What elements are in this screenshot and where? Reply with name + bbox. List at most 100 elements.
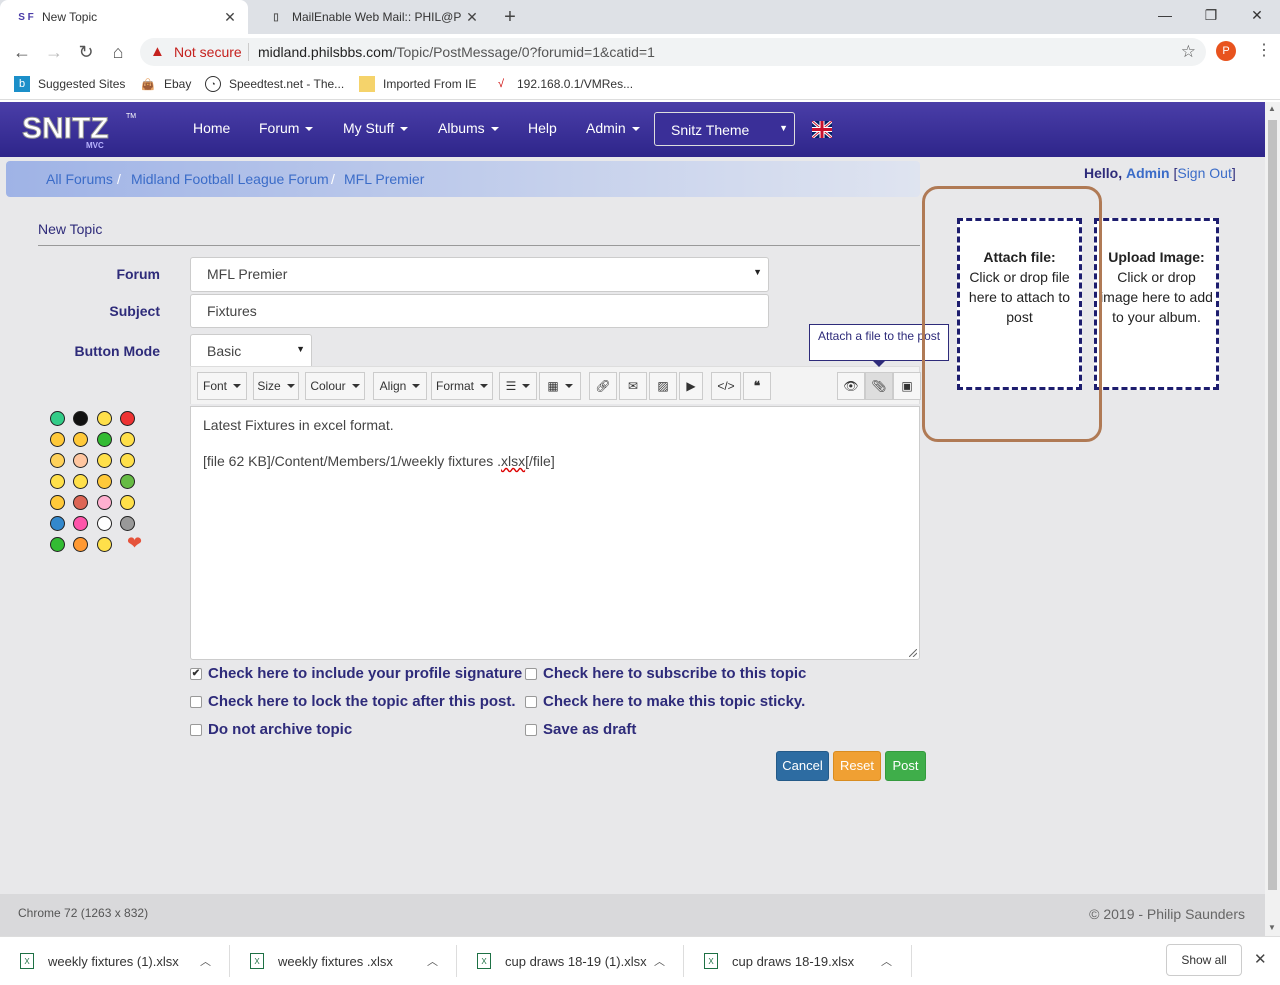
smiley-8ball-icon[interactable] (73, 411, 88, 426)
forward-button[interactable]: → (42, 40, 66, 64)
smiley-cold-icon[interactable] (50, 516, 65, 531)
theme-select[interactable]: Snitz Theme ▼ (654, 112, 795, 146)
breadcrumb-forum[interactable]: Midland Football League Forum (131, 171, 329, 187)
breadcrumb-all-forums[interactable]: All Forums (46, 171, 113, 187)
quote-button[interactable]: ❝ (743, 372, 771, 400)
chevron-up-icon[interactable]: ︿ (881, 953, 892, 969)
preview-button[interactable]: 👁︎ (837, 372, 865, 400)
email-button[interactable]: ✉ (619, 372, 647, 400)
menu-icon[interactable]: ⋮ (1254, 40, 1274, 60)
smiley-surprise-icon[interactable] (97, 474, 112, 489)
download-item[interactable]: Xcup draws 18-19 (1).xlsx ︿ (457, 937, 683, 985)
smiley-blush-icon[interactable] (50, 432, 65, 447)
home-button[interactable]: ⌂ (106, 40, 130, 64)
upload-image-button[interactable]: ▣ (893, 372, 921, 400)
nav-admin[interactable]: Admin (586, 120, 640, 136)
smiley-tongue-icon[interactable] (73, 537, 88, 552)
table-button[interactable]: ▦ (539, 372, 581, 400)
minimize-button[interactable]: — (1150, 4, 1180, 26)
sticky-checkbox[interactable]: Check here to make this topic sticky. (525, 693, 805, 710)
uk-flag-icon[interactable] (812, 121, 832, 138)
tab-new-topic[interactable]: S F New Topic ✕ (0, 0, 248, 34)
button-mode-select[interactable]: Basic ▼ (190, 334, 312, 369)
smiley-grin-icon[interactable] (120, 432, 135, 447)
close-icon[interactable]: ✕ (462, 9, 482, 26)
subject-input[interactable]: Fixtures (190, 294, 769, 328)
image-button[interactable]: ▨ (649, 372, 677, 400)
checkbox[interactable] (190, 723, 202, 736)
bookmark-star-icon[interactable]: ☆ (1181, 42, 1196, 62)
chevron-up-icon[interactable]: ︿ (200, 953, 211, 969)
code-button[interactable]: </> (711, 372, 741, 400)
smiley-cool-icon[interactable] (73, 474, 88, 489)
signature-checkbox[interactable]: ✔ Check here to include your profile sign… (190, 665, 522, 682)
lock-checkbox[interactable]: Check here to lock the topic after this … (190, 693, 516, 710)
post-button[interactable]: Post (885, 751, 926, 781)
smiley-shock-icon[interactable] (50, 453, 65, 468)
bookmark-imported-ie[interactable]: Imported From IE (359, 76, 476, 92)
align-button[interactable]: Align (373, 372, 427, 400)
smiley-kiss-icon[interactable] (73, 453, 88, 468)
upload-image-dropzone[interactable]: Upload Image: Click or drop image here to… (1094, 218, 1219, 390)
bookmark-ebay[interactable]: 👜 Ebay (140, 76, 191, 92)
chevron-up-icon[interactable]: ︿ (654, 953, 665, 969)
smiley-love-icon[interactable] (73, 516, 88, 531)
smiley-dead-icon[interactable] (97, 516, 112, 531)
nav-home[interactable]: Home (193, 120, 230, 136)
draft-checkbox[interactable]: Save as draft (525, 721, 636, 738)
breadcrumb-subforum[interactable]: MFL Premier (344, 171, 424, 187)
smiley-neutral-icon[interactable] (120, 516, 135, 531)
chevron-up-icon[interactable]: ︿ (427, 953, 438, 969)
address-bar[interactable]: ▲ Not secure midland.philsbbs.com/Topic/… (140, 38, 1206, 66)
format-button[interactable]: Format (431, 372, 493, 400)
nav-albums[interactable]: Albums (438, 120, 499, 136)
smiley-evil-icon[interactable] (73, 495, 88, 510)
scroll-up-icon[interactable]: ▲ (1268, 104, 1276, 113)
url-text[interactable]: midland.philsbbs.com/Topic/PostMessage/0… (258, 44, 655, 60)
heart-icon[interactable]: ❤ (127, 533, 142, 554)
profile-avatar[interactable]: P (1216, 41, 1236, 61)
message-editor[interactable]: Latest Fixtures in excel format. [file 6… (190, 406, 920, 660)
scroll-down-icon[interactable]: ▼ (1268, 923, 1276, 932)
smiley-clown-icon[interactable] (50, 474, 65, 489)
checkbox-checked[interactable]: ✔ (190, 667, 202, 680)
smiley-approve-icon[interactable] (50, 537, 65, 552)
archive-checkbox[interactable]: Do not archive topic (190, 721, 352, 738)
checkbox[interactable] (525, 723, 537, 736)
youtube-button[interactable]: ▶ (679, 372, 703, 400)
smiley-sleepy-icon[interactable] (73, 432, 88, 447)
nav-my-stuff[interactable]: My Stuff (343, 120, 409, 136)
tab-mailenable[interactable]: ▯ MailEnable Web Mail:: PHIL@PHI ✕ (250, 0, 490, 34)
cancel-button[interactable]: Cancel (776, 751, 829, 781)
new-tab-button[interactable]: + (498, 4, 522, 30)
smiley-sick-icon[interactable] (97, 432, 112, 447)
username-link[interactable]: Admin (1126, 165, 1170, 181)
smiley-thumbsup-icon[interactable] (97, 537, 112, 552)
checkbox[interactable] (525, 667, 537, 680)
smiley-shy-icon[interactable] (97, 495, 112, 510)
reset-button[interactable]: Reset (833, 751, 881, 781)
attach-file-button[interactable]: 📎︎ (865, 372, 893, 400)
subscribe-checkbox[interactable]: Check here to subscribe to this topic (525, 665, 806, 682)
list-button[interactable]: ☰ (499, 372, 537, 400)
download-item[interactable]: Xcup draws 18-19.xlsx ︿ (684, 937, 910, 985)
smiley-big-smile-icon[interactable] (120, 453, 135, 468)
sign-out-link[interactable]: Sign Out (1177, 165, 1231, 181)
restore-button[interactable]: ❐ (1196, 4, 1226, 26)
download-item[interactable]: Xweekly fixtures .xlsx ︿ (230, 937, 456, 985)
close-icon[interactable]: ✕ (1254, 950, 1267, 968)
reload-button[interactable]: ↻ (74, 40, 98, 64)
bookmark-speedtest[interactable]: ◔ Speedtest.net - The... (205, 76, 344, 92)
window-close-button[interactable]: ✕ (1242, 4, 1272, 26)
page-scrollbar[interactable]: ▲ ▼ (1265, 102, 1280, 936)
checkbox[interactable] (525, 695, 537, 708)
smiley-ill-icon[interactable] (120, 474, 135, 489)
show-all-downloads-button[interactable]: Show all (1166, 944, 1242, 976)
not-secure-label[interactable]: Not secure (174, 44, 242, 60)
smiley-angry-icon[interactable] (120, 411, 135, 426)
checkbox[interactable] (190, 695, 202, 708)
snitz-logo[interactable]: SNITZ MVC TM (22, 108, 138, 152)
link-button[interactable]: 🔗︎ (589, 372, 617, 400)
smiley-question-icon[interactable] (50, 411, 65, 426)
resize-handle-icon[interactable] (909, 649, 917, 657)
